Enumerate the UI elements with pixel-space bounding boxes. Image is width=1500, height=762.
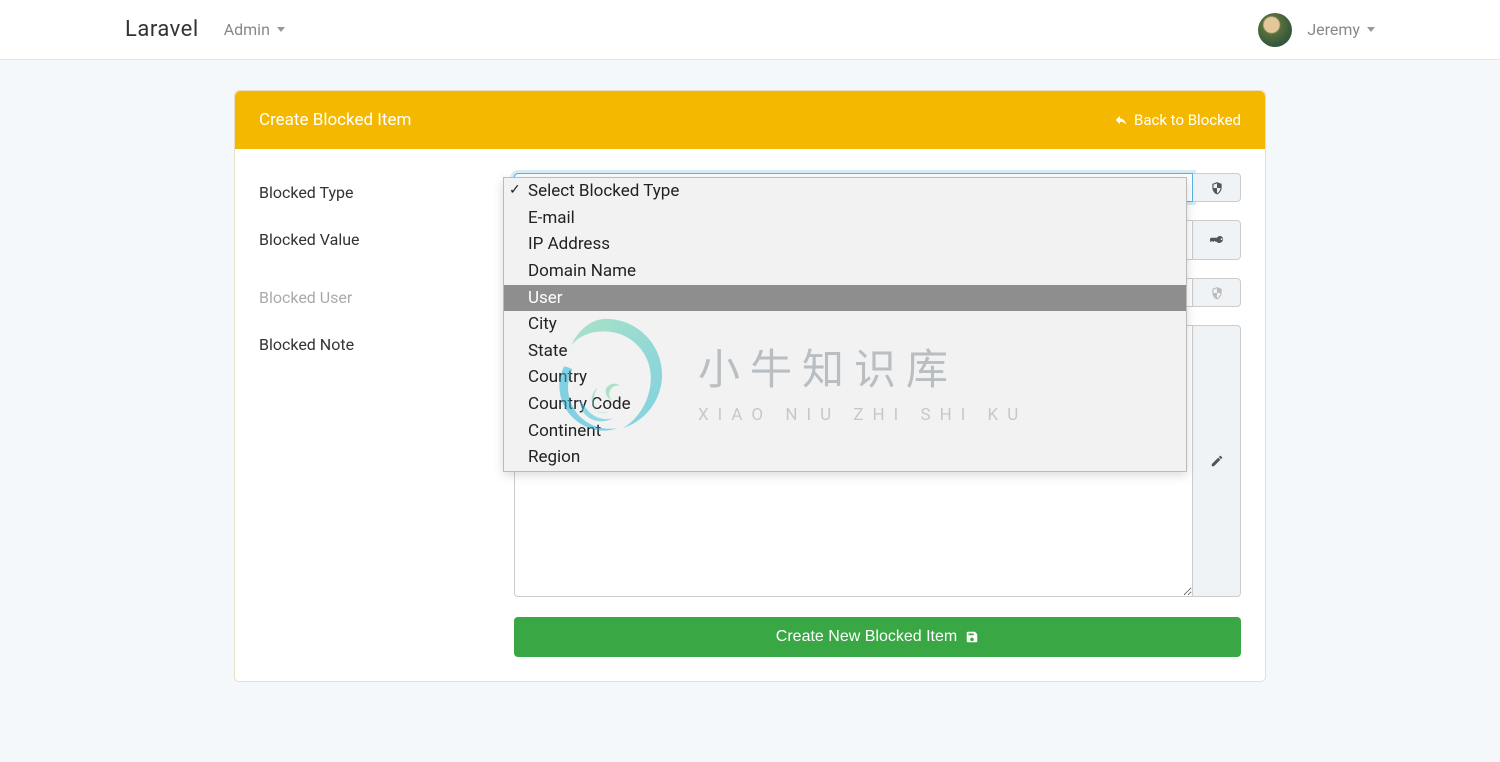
dropdown-option[interactable]: State	[504, 338, 1186, 365]
blocked-type-dropdown[interactable]: Select Blocked TypeE-mailIP AddressDomai…	[503, 177, 1187, 472]
card-header: Create Blocked Item Back to Blocked	[235, 91, 1265, 149]
back-to-blocked-link[interactable]: Back to Blocked	[1114, 111, 1241, 129]
user-menu[interactable]: Jeremy	[1307, 20, 1375, 39]
admin-menu-label: Admin	[224, 20, 270, 39]
nav-left: Laravel Admin	[125, 17, 285, 42]
dropdown-option[interactable]: E-mail	[504, 205, 1186, 232]
submit-wrap: Create New Blocked Item	[259, 615, 1241, 657]
user-menu-label: Jeremy	[1307, 20, 1360, 39]
card-title: Create Blocked Item	[259, 110, 411, 130]
dropdown-option[interactable]: Region	[504, 444, 1186, 471]
chevron-down-icon	[277, 27, 285, 32]
input-col-blocked-type: Select Blocked TypeE-mailIP AddressDomai…	[514, 173, 1241, 202]
dropdown-option[interactable]: Select Blocked Type	[504, 178, 1186, 205]
back-label: Back to Blocked	[1134, 111, 1241, 129]
dropdown-option[interactable]: Domain Name	[504, 258, 1186, 285]
reply-icon	[1114, 113, 1128, 127]
blocked-value-addon	[1193, 220, 1241, 260]
shield-icon	[1210, 181, 1224, 195]
admin-menu[interactable]: Admin	[224, 20, 285, 39]
dropdown-option[interactable]: Country	[504, 364, 1186, 391]
chevron-down-icon	[1367, 27, 1375, 32]
save-icon	[965, 630, 979, 644]
navbar: Laravel Admin Jeremy	[0, 0, 1500, 60]
dropdown-option[interactable]: Country Code	[504, 391, 1186, 418]
page-wrap: Create Blocked Item Back to Blocked Bloc…	[0, 60, 1500, 712]
nav-right: Jeremy	[1258, 13, 1375, 47]
label-blocked-type: Blocked Type	[259, 173, 514, 202]
blocked-user-addon	[1193, 278, 1241, 307]
dropdown-option[interactable]: City	[504, 311, 1186, 338]
pencil-icon	[1210, 454, 1224, 468]
dropdown-option[interactable]: Continent	[504, 418, 1186, 445]
create-blocked-item-button[interactable]: Create New Blocked Item	[514, 617, 1241, 657]
blocked-note-addon	[1193, 325, 1241, 597]
row-blocked-type: Blocked Type Select Blocked TypeE-mailIP…	[259, 173, 1241, 202]
blocked-type-addon	[1193, 173, 1241, 202]
dropdown-option[interactable]: IP Address	[504, 231, 1186, 258]
card-body: Blocked Type Select Blocked TypeE-mailIP…	[235, 149, 1265, 681]
dropdown-option[interactable]: User	[504, 285, 1186, 312]
avatar[interactable]	[1258, 13, 1292, 47]
label-blocked-note: Blocked Note	[259, 325, 514, 597]
key-icon	[1210, 233, 1224, 247]
shield-icon	[1210, 286, 1224, 300]
label-blocked-user: Blocked User	[259, 278, 514, 307]
brand-logo[interactable]: Laravel	[125, 17, 199, 42]
label-blocked-value: Blocked Value	[259, 220, 514, 260]
submit-label: Create New Blocked Item	[776, 628, 957, 646]
card: Create Blocked Item Back to Blocked Bloc…	[234, 90, 1266, 682]
